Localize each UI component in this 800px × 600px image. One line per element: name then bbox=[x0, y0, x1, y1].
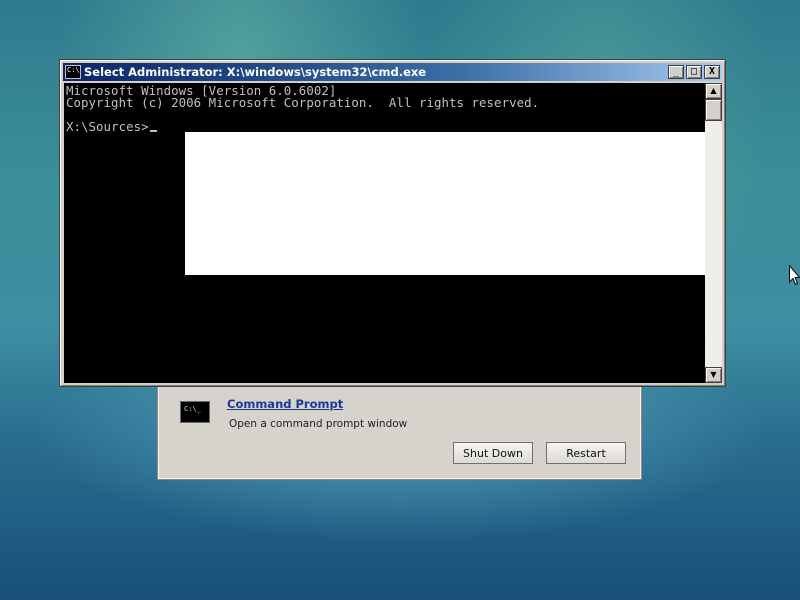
window-titlebar[interactable]: C:\ Select Administrator: X:\windows\sys… bbox=[63, 63, 722, 81]
console-prompt-line: X:\Sources> bbox=[66, 119, 157, 134]
console-output[interactable]: Microsoft Windows [Version 6.0.6002] Cop… bbox=[64, 83, 705, 383]
scroll-down-arrow-icon[interactable]: ▼ bbox=[705, 367, 722, 383]
close-button[interactable]: X bbox=[704, 65, 720, 79]
scrollbar-thumb[interactable] bbox=[705, 99, 722, 121]
recovery-option-command-prompt[interactable]: C:\_ Command Prompt Open a command promp… bbox=[180, 397, 620, 437]
console-prompt: X:\Sources> bbox=[66, 119, 149, 134]
mouse-pointer-icon bbox=[789, 265, 800, 286]
maximize-button[interactable]: □ bbox=[686, 65, 702, 79]
command-prompt-icon: C:\_ bbox=[180, 401, 210, 423]
text-cursor bbox=[149, 130, 157, 132]
system-recovery-panel: C:\_ Command Prompt Open a command promp… bbox=[157, 378, 642, 480]
window-title: Select Administrator: X:\windows\system3… bbox=[84, 65, 427, 79]
scroll-up-arrow-icon[interactable]: ▲ bbox=[705, 83, 722, 99]
cmd-window-icon[interactable]: C:\ bbox=[65, 65, 81, 79]
shut-down-button[interactable]: Shut Down bbox=[453, 442, 533, 464]
minimize-button[interactable]: _ bbox=[668, 65, 684, 79]
vertical-scrollbar[interactable]: ▲ ▼ bbox=[705, 83, 722, 383]
command-prompt-link[interactable]: Command Prompt bbox=[227, 397, 343, 411]
white-overlay-block bbox=[185, 132, 705, 275]
cmd-window: C:\ Select Administrator: X:\windows\sys… bbox=[59, 59, 726, 387]
command-prompt-description: Open a command prompt window bbox=[229, 418, 408, 430]
restart-button[interactable]: Restart bbox=[546, 442, 626, 464]
console-line: Copyright (c) 2006 Microsoft Corporation… bbox=[66, 95, 540, 110]
